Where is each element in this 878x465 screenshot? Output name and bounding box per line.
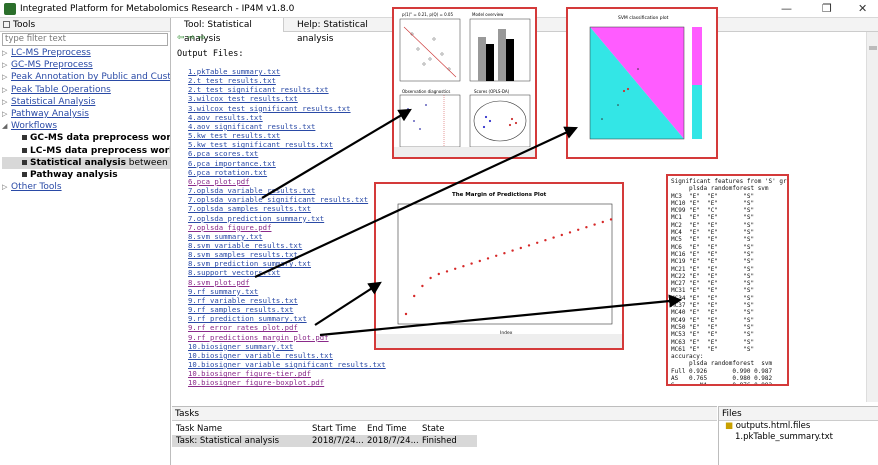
tasks-table: Task Name Start Time End Time State Task… — [172, 423, 477, 447]
file-item-label: 1.pkTable_summary.txt — [735, 432, 833, 442]
column-header[interactable]: State — [422, 423, 477, 435]
tasks-panel: Tasks Task Name Start Time End Time Stat… — [172, 406, 717, 465]
files-panel: Files ■ outputs.html.files 1.pkTable_sum… — [718, 406, 878, 465]
arrow-to-opls — [261, 108, 412, 199]
folder-icon: ■ — [725, 421, 734, 431]
column-header[interactable]: End Time — [367, 423, 422, 435]
arrow-to-margin — [314, 281, 382, 326]
task-state: Finished — [422, 436, 457, 446]
column-header[interactable]: Task Name — [172, 423, 312, 435]
table-row[interactable]: Task: Statistical analysis 2018/7/24... … — [172, 435, 477, 447]
arrow-to-biosigner — [319, 294, 683, 337]
tasks-header-row: Task Name Start Time End Time State — [172, 423, 477, 435]
arrow-to-svm — [254, 126, 578, 278]
file-item[interactable]: 1.pkTable_summary.txt — [719, 432, 878, 443]
tasks-tab[interactable]: Tasks — [172, 407, 717, 421]
annotation-arrows — [254, 108, 683, 337]
task-start: 2018/7/24... — [312, 436, 364, 446]
task-name: Task: Statistical analysis — [176, 436, 280, 446]
task-end: 2018/7/24... — [367, 436, 419, 446]
files-tab-label: Files — [722, 409, 742, 419]
files-tab[interactable]: Files — [719, 407, 878, 421]
file-item[interactable]: ■ outputs.html.files — [719, 421, 878, 432]
column-header[interactable]: Start Time — [312, 423, 367, 435]
file-item-label: outputs.html.files — [735, 421, 811, 431]
tasks-tab-label: Tasks — [175, 409, 200, 419]
